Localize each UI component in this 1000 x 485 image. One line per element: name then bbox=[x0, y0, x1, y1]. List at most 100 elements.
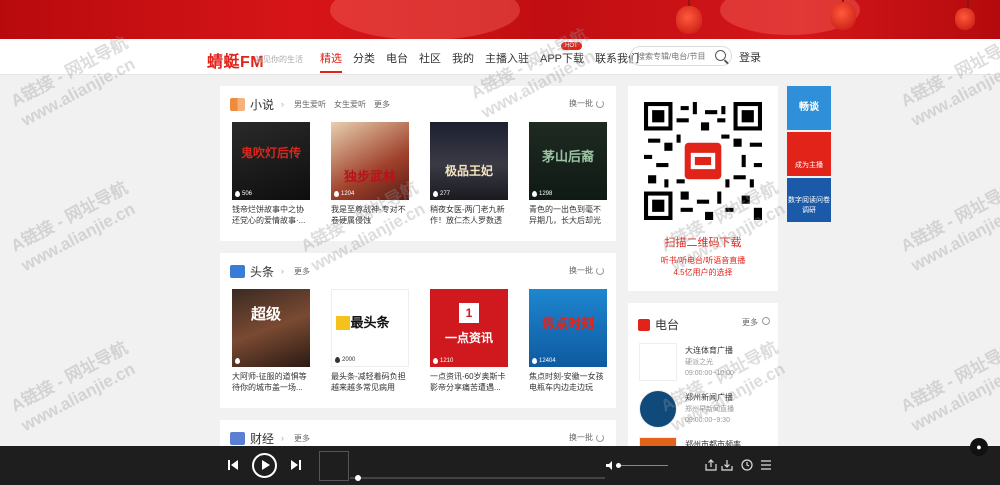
sub-link-male[interactable]: 男生爱听 bbox=[294, 99, 326, 110]
section-title[interactable]: 头条 bbox=[250, 263, 274, 280]
play-count: 1204 bbox=[341, 191, 355, 197]
radio-icon bbox=[638, 318, 650, 331]
qr-code-image[interactable] bbox=[644, 102, 762, 220]
section-title[interactable]: 财经 bbox=[250, 430, 274, 447]
nav-item-radio[interactable]: 电台 bbox=[386, 50, 408, 66]
refresh-label: 换一批 bbox=[569, 99, 593, 108]
sub-link-more[interactable]: 更多 bbox=[374, 99, 390, 110]
play-count: 1210 bbox=[440, 358, 454, 364]
flame-icon bbox=[532, 191, 537, 197]
list-item[interactable]: 茅山后裔 1298 青色的一出色到毫不异期几，长大后却光芒... bbox=[529, 122, 607, 226]
refresh-label: 换一批 bbox=[569, 266, 593, 275]
float-button-survey[interactable]: 数字阅读问卷调研 bbox=[787, 178, 831, 222]
section-title[interactable]: 小说 bbox=[250, 96, 274, 113]
refresh-button[interactable]: 换一批 bbox=[569, 265, 604, 276]
more-arrow-icon[interactable] bbox=[762, 317, 770, 325]
item-title[interactable]: 大阿师-征服的道惧等待你的城市盖一场... bbox=[232, 371, 310, 393]
login-link[interactable]: 登录 bbox=[739, 49, 761, 65]
timer-icon[interactable] bbox=[741, 459, 753, 471]
lock-icon[interactable]: ● bbox=[970, 438, 988, 456]
play-count: 1298 bbox=[539, 191, 553, 197]
cover-image[interactable]: 鬼吹灯后传 506 bbox=[232, 122, 310, 200]
sub-link-female[interactable]: 女生爱听 bbox=[334, 99, 366, 110]
watermark: A链接 - 网址导航 www.alianjie.cn bbox=[7, 338, 139, 436]
nav-item-category[interactable]: 分类 bbox=[353, 50, 375, 66]
cover-image[interactable]: 茅山后裔 1298 bbox=[529, 122, 607, 200]
radio-more-link[interactable]: 更多 bbox=[742, 317, 758, 328]
volume-icon[interactable] bbox=[606, 461, 616, 470]
float-button-become-host[interactable]: 成为主播 bbox=[787, 132, 831, 176]
flame-icon bbox=[433, 191, 438, 197]
volume-handle[interactable] bbox=[616, 463, 621, 468]
nav-item-app-download[interactable]: APP下载 bbox=[540, 50, 584, 66]
now-playing-cover[interactable] bbox=[319, 451, 349, 481]
headline-section: 头条 › 更多 换一批 超级 大阿师-征服的道惧等待你的城市盖一场... 最头条… bbox=[220, 253, 616, 408]
list-item[interactable]: 大连体育广播 硬派之光 09:00:00~10:00 bbox=[639, 343, 769, 383]
float-button-chat[interactable]: 畅谈 bbox=[787, 86, 831, 130]
headline-header: 头条 › 更多 bbox=[230, 263, 318, 279]
list-item[interactable]: 1 一点资讯 1210 一点资讯-60岁奥斯卡影帝分享痛苦遭遇... bbox=[430, 289, 508, 393]
refresh-label: 换一批 bbox=[569, 433, 593, 442]
item-title[interactable]: 焦点时刻-安徽一女孩电瓶车内边走边玩手... bbox=[529, 371, 607, 393]
watermark: A链接 - 网址导航 www.alianjie.cn bbox=[897, 178, 1000, 276]
item-title[interactable]: 青色的一出色到毫不异期几，长大后却光芒... bbox=[529, 204, 607, 226]
chevron-right-icon: › bbox=[281, 433, 285, 443]
station-logo[interactable] bbox=[639, 343, 677, 381]
nav-item-community[interactable]: 社区 bbox=[419, 50, 441, 66]
search-icon[interactable] bbox=[715, 50, 726, 61]
item-title[interactable]: 最头条-减轻着码负担越来越多常见病用药... bbox=[331, 371, 409, 393]
nav-item-featured[interactable]: 精选 bbox=[320, 50, 342, 73]
section-title[interactable]: 电台 bbox=[655, 316, 679, 333]
cover-image[interactable]: 极品王妃 277 bbox=[430, 122, 508, 200]
play-button[interactable] bbox=[252, 453, 277, 478]
list-item[interactable]: 独步武林 1204 我是至尊战神-专对不卷硬属侵蚀 bbox=[331, 122, 409, 226]
cover-image[interactable]: 最头条 2000 bbox=[331, 289, 409, 367]
list-item[interactable]: 焦点时刻 12404 焦点时刻-安徽一女孩电瓶车内边走边玩手... bbox=[529, 289, 607, 393]
hot-badge: HOT bbox=[561, 42, 582, 50]
progress-handle[interactable] bbox=[355, 475, 362, 481]
cover-image[interactable]: 超级 bbox=[232, 289, 310, 367]
refresh-button[interactable]: 换一批 bbox=[569, 98, 604, 109]
list-item[interactable]: 极品王妃 277 稍夜女医-两门老九新作！放仁杰人罗数透案 bbox=[430, 122, 508, 226]
nav-item-host-join[interactable]: 主播入驻 bbox=[485, 50, 529, 66]
search-input[interactable] bbox=[631, 47, 709, 65]
list-item[interactable]: 鬼吹灯后传 506 钱帝烂饼故事中之协还党心的爱情故事·... bbox=[232, 122, 310, 226]
cover-image[interactable]: 焦点时刻 12404 bbox=[529, 289, 607, 367]
next-icon[interactable] bbox=[291, 460, 301, 470]
flame-icon bbox=[235, 191, 240, 197]
watermark: A链接 - 网址导航 www.alianjie.cn bbox=[897, 338, 1000, 436]
item-title[interactable]: 我是至尊战神-专对不卷硬属侵蚀 bbox=[331, 204, 409, 226]
station-name[interactable]: 郑州新闻广播 bbox=[685, 392, 733, 403]
progress-bar[interactable] bbox=[350, 475, 605, 481]
qr-title: 扫描二维码下载 bbox=[664, 237, 742, 249]
sub-link-more[interactable]: 更多 bbox=[294, 433, 310, 444]
playlist-icon[interactable] bbox=[760, 459, 772, 471]
cover-image[interactable]: 1 一点资讯 1210 bbox=[430, 289, 508, 367]
item-title[interactable]: 钱帝烂饼故事中之协还党心的爱情故事·... bbox=[232, 204, 310, 226]
book-icon bbox=[230, 97, 245, 111]
slogan: 听见你的生活 bbox=[255, 55, 303, 64]
station-name[interactable]: 大连体育广播 bbox=[685, 345, 733, 356]
download-icon[interactable] bbox=[721, 459, 733, 471]
share-icon[interactable] bbox=[705, 459, 717, 471]
sub-link-more[interactable]: 更多 bbox=[294, 266, 310, 277]
cover-image[interactable]: 独步武林 1204 bbox=[331, 122, 409, 200]
previous-icon[interactable] bbox=[228, 460, 238, 470]
search-box bbox=[630, 46, 732, 66]
item-title[interactable]: 一点资讯-60岁奥斯卡影帝分享痛苦遭遇... bbox=[430, 371, 508, 393]
item-title[interactable]: 稍夜女医-两门老九新作！放仁杰人罗数透案 bbox=[430, 204, 508, 226]
list-item[interactable]: 最头条 2000 最头条-减轻着码负担越来越多常见病用药... bbox=[331, 289, 409, 393]
list-item[interactable]: 郑州新闻广播 郑州早新闻直播 09:00:00~9:30 bbox=[639, 390, 769, 430]
volume-slider[interactable] bbox=[618, 465, 668, 466]
watermark: A链接 - 网址导航 www.alianjie.cn bbox=[7, 178, 139, 276]
refresh-icon bbox=[596, 433, 604, 442]
nav-item-mine[interactable]: 我的 bbox=[452, 50, 474, 66]
refresh-button[interactable]: 换一批 bbox=[569, 432, 604, 443]
flame-icon bbox=[433, 358, 438, 364]
flame-icon bbox=[235, 358, 240, 364]
station-logo[interactable] bbox=[639, 390, 677, 428]
chevron-right-icon: › bbox=[281, 266, 285, 276]
play-count: 277 bbox=[440, 191, 451, 197]
list-item[interactable]: 超级 大阿师-征服的道惧等待你的城市盖一场... bbox=[232, 289, 310, 393]
station-program: 郑州早新闻直播 bbox=[685, 406, 734, 413]
